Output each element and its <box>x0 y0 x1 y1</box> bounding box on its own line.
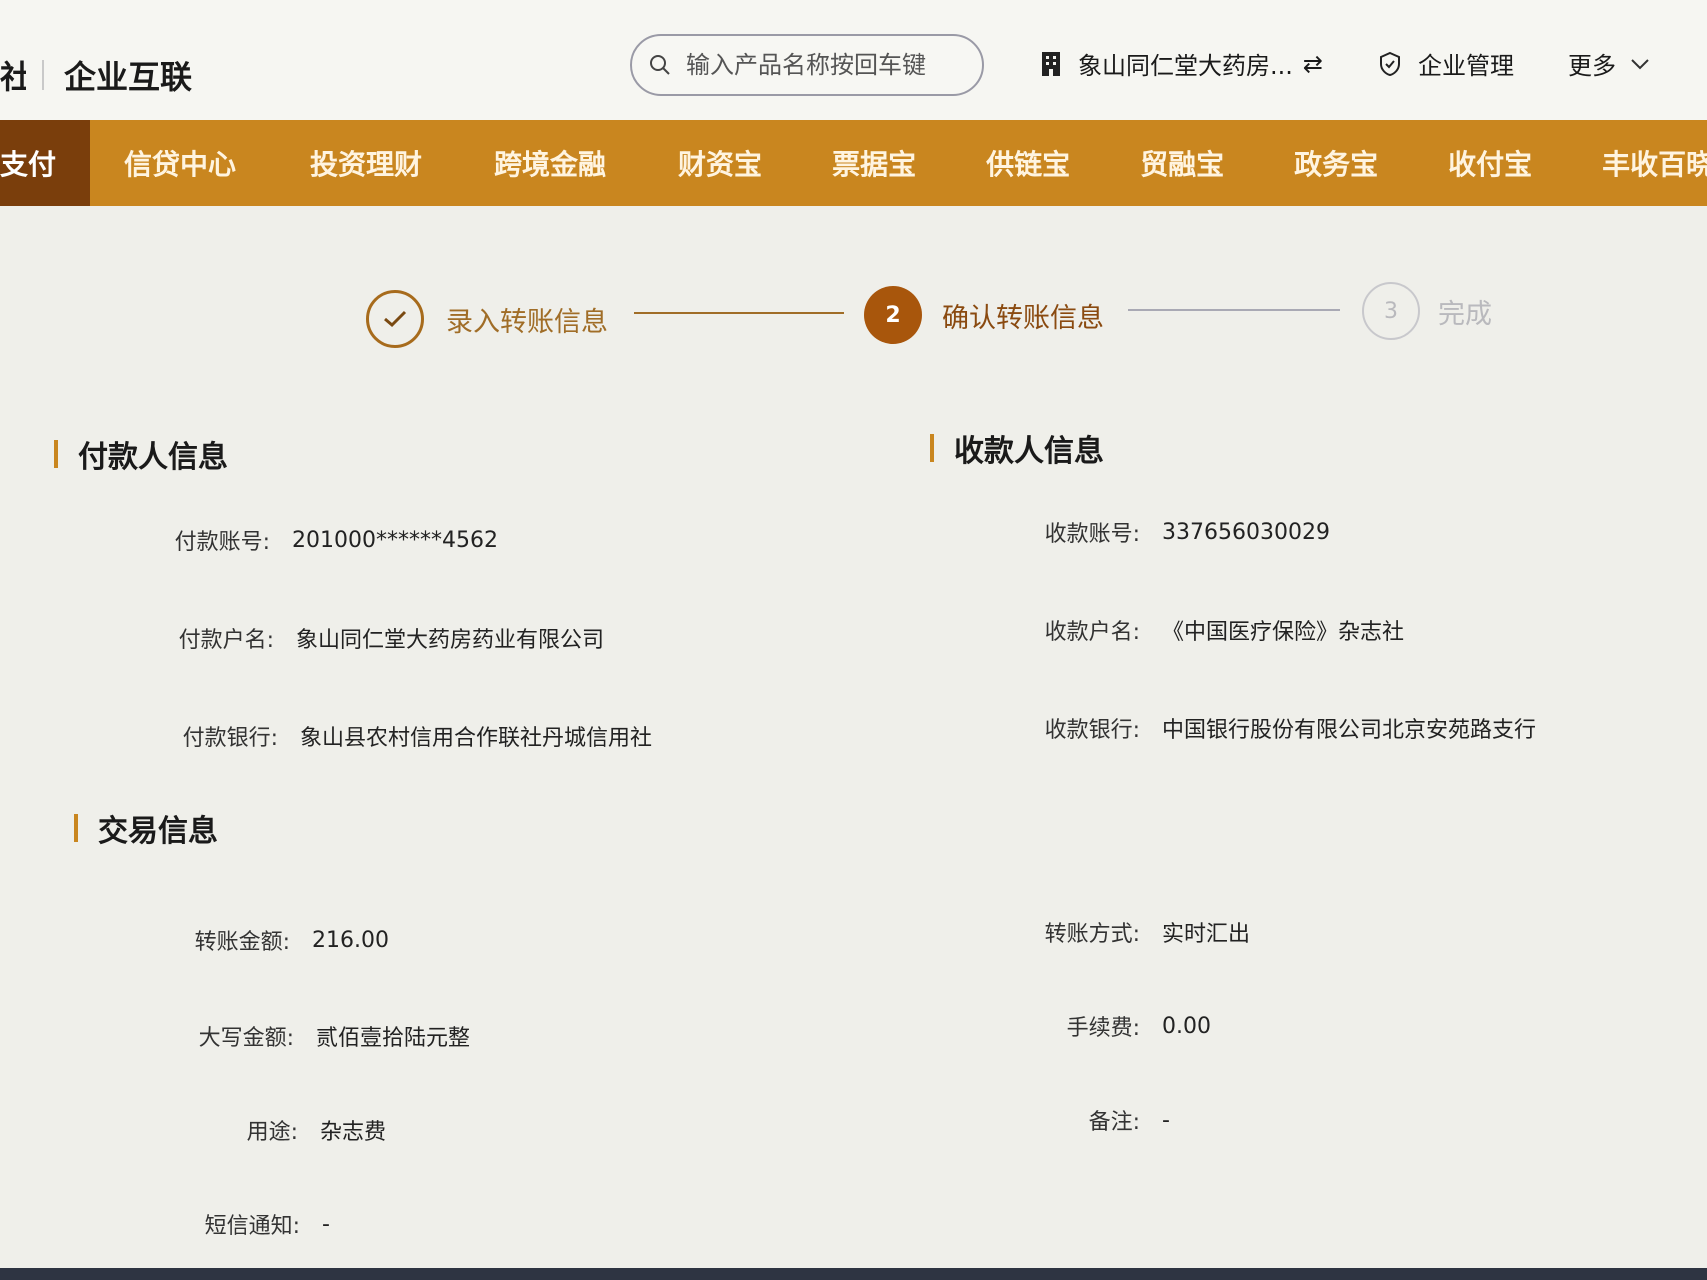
payee-name-row: 收款户名: 《中国医疗保险》杂志社 <box>930 614 1404 646</box>
payer-account-label: 付款账号: <box>174 530 270 555</box>
payee-account-value: 337656030029 <box>1162 519 1330 545</box>
remark-value: - <box>1162 1107 1170 1133</box>
payee-bank-label: 收款银行: <box>1044 718 1140 743</box>
nav-item-investment[interactable]: 投资理财 <box>310 120 422 206</box>
nav-item-treasury[interactable]: 财资宝 <box>678 120 762 206</box>
company-switcher[interactable]: 象山同仁堂大药房... ⇄ <box>1040 46 1323 81</box>
section-accent-bar <box>930 434 934 462</box>
building-icon <box>1042 51 1060 76</box>
brand-divider <box>42 60 44 90</box>
purpose-label: 用途: <box>246 1120 298 1145</box>
nav-item-credit-center[interactable]: 信贷中心 <box>124 120 236 206</box>
nav-item-government[interactable]: 政务宝 <box>1294 120 1378 206</box>
sms-row: 短信通知: - <box>110 1208 330 1240</box>
method-row: 转账方式: 实时汇出 <box>930 916 1250 948</box>
check-icon <box>384 310 407 328</box>
nav-item-fengshou[interactable]: 丰收百晓 <box>1602 120 1707 206</box>
step-connector-1 <box>634 312 844 314</box>
product-search-input[interactable] <box>684 50 968 80</box>
step-connector-2 <box>1128 309 1340 311</box>
fee-label: 手续费: <box>1066 1016 1140 1041</box>
payer-bank-row: 付款银行: 象山县农村信用合作联社丹城信用社 <box>88 720 652 752</box>
progress-steps: 录入转账信息 2 确认转账信息 3 完成 <box>10 206 1707 366</box>
main-nav: 支付 信贷中心 投资理财 跨境金融 财资宝 票据宝 供链宝 贸融宝 政务宝 收付… <box>0 120 1707 206</box>
amount-words-label: 大写金额: <box>198 1026 294 1051</box>
more-menu[interactable]: 更多 <box>1568 46 1650 81</box>
payer-bank-value: 象山县农村信用合作联社丹城信用社 <box>300 726 653 751</box>
transfer-confirm-panel: 录入转账信息 2 确认转账信息 3 完成 付款人信息 收款人信息 付款账号: 2… <box>10 206 1707 1270</box>
nav-item-supply-chain[interactable]: 供链宝 <box>986 120 1070 206</box>
os-taskbar <box>0 1268 1707 1280</box>
nav-item-bills[interactable]: 票据宝 <box>832 120 916 206</box>
step-2-current: 2 <box>864 286 922 344</box>
payer-name-value: 象山同仁堂大药房药业有限公司 <box>296 628 605 653</box>
payee-bank-value: 中国银行股份有限公司北京安苑路支行 <box>1162 718 1537 743</box>
brand-title[interactable]: 企业互联 <box>64 52 192 98</box>
step-2-label: 确认转账信息 <box>942 303 1104 334</box>
search-icon <box>650 55 670 75</box>
remark-row: 备注: - <box>930 1104 1170 1136</box>
brand: 社 企业互联 <box>0 52 192 98</box>
step-1-done <box>366 290 424 348</box>
payer-name-label: 付款户名: <box>178 628 274 653</box>
payer-account-value: 201000******4562 <box>292 527 498 553</box>
payee-account-row: 收款账号: 337656030029 <box>930 516 1330 548</box>
amount-label: 转账金额: <box>194 930 290 955</box>
payee-account-label: 收款账号: <box>1044 522 1140 547</box>
top-header: 社 企业互联 象山同仁堂大药房... ⇄ 企业管理 更多 <box>0 0 1707 120</box>
payee-name-label: 收款户名: <box>1044 620 1140 645</box>
payer-name-row: 付款户名: 象山同仁堂大药房药业有限公司 <box>84 622 604 654</box>
chevron-down-icon <box>1631 58 1649 69</box>
nav-item-collection[interactable]: 收付宝 <box>1448 120 1532 206</box>
transaction-section-title: 交易信息 <box>74 806 218 850</box>
sms-label: 短信通知: <box>204 1214 300 1239</box>
amount-row: 转账金额: 216.00 <box>100 924 389 956</box>
more-label: 更多 <box>1568 52 1616 80</box>
purpose-row: 用途: 杂志费 <box>108 1114 386 1146</box>
remark-label: 备注: <box>1088 1110 1140 1135</box>
brand-partial: 社 <box>0 58 26 96</box>
step-3-label: 完成 <box>1438 299 1492 330</box>
amount-words-value: 贰佰壹拾陆元整 <box>316 1026 471 1051</box>
amount-words-row: 大写金额: 贰佰壹拾陆元整 <box>104 1020 470 1052</box>
payer-bank-label: 付款银行: <box>182 726 278 751</box>
fee-row: 手续费: 0.00 <box>930 1010 1211 1042</box>
payee-section-title: 收款人信息 <box>930 426 1104 470</box>
nav-item-payment[interactable]: 支付 <box>0 120 90 206</box>
product-search-box[interactable] <box>630 34 984 96</box>
payer-section-title: 付款人信息 <box>54 432 228 476</box>
nav-item-trade-finance[interactable]: 贸融宝 <box>1140 120 1224 206</box>
step-3-pending: 3 <box>1362 282 1420 340</box>
enterprise-management-label: 企业管理 <box>1418 52 1514 80</box>
payee-name-value: 《中国医疗保险》杂志社 <box>1162 620 1405 645</box>
payee-bank-row: 收款银行: 中国银行股份有限公司北京安苑路支行 <box>930 712 1536 744</box>
section-accent-bar <box>74 814 78 842</box>
company-name: 象山同仁堂大药房... <box>1078 52 1293 80</box>
purpose-value: 杂志费 <box>320 1120 387 1145</box>
method-value: 实时汇出 <box>1162 922 1251 947</box>
payer-account-row: 付款账号: 201000******4562 <box>80 524 498 556</box>
enterprise-management-link[interactable]: 企业管理 <box>1378 46 1514 81</box>
section-accent-bar <box>54 440 58 468</box>
step-1-label: 录入转账信息 <box>446 307 608 338</box>
method-label: 转账方式: <box>1044 922 1140 947</box>
nav-item-cross-border[interactable]: 跨境金融 <box>494 120 606 206</box>
amount-value: 216.00 <box>312 927 389 953</box>
shield-icon <box>1380 51 1400 76</box>
sms-value: - <box>322 1211 330 1237</box>
swap-icon[interactable]: ⇄ <box>1303 50 1323 78</box>
fee-value: 0.00 <box>1162 1013 1211 1039</box>
